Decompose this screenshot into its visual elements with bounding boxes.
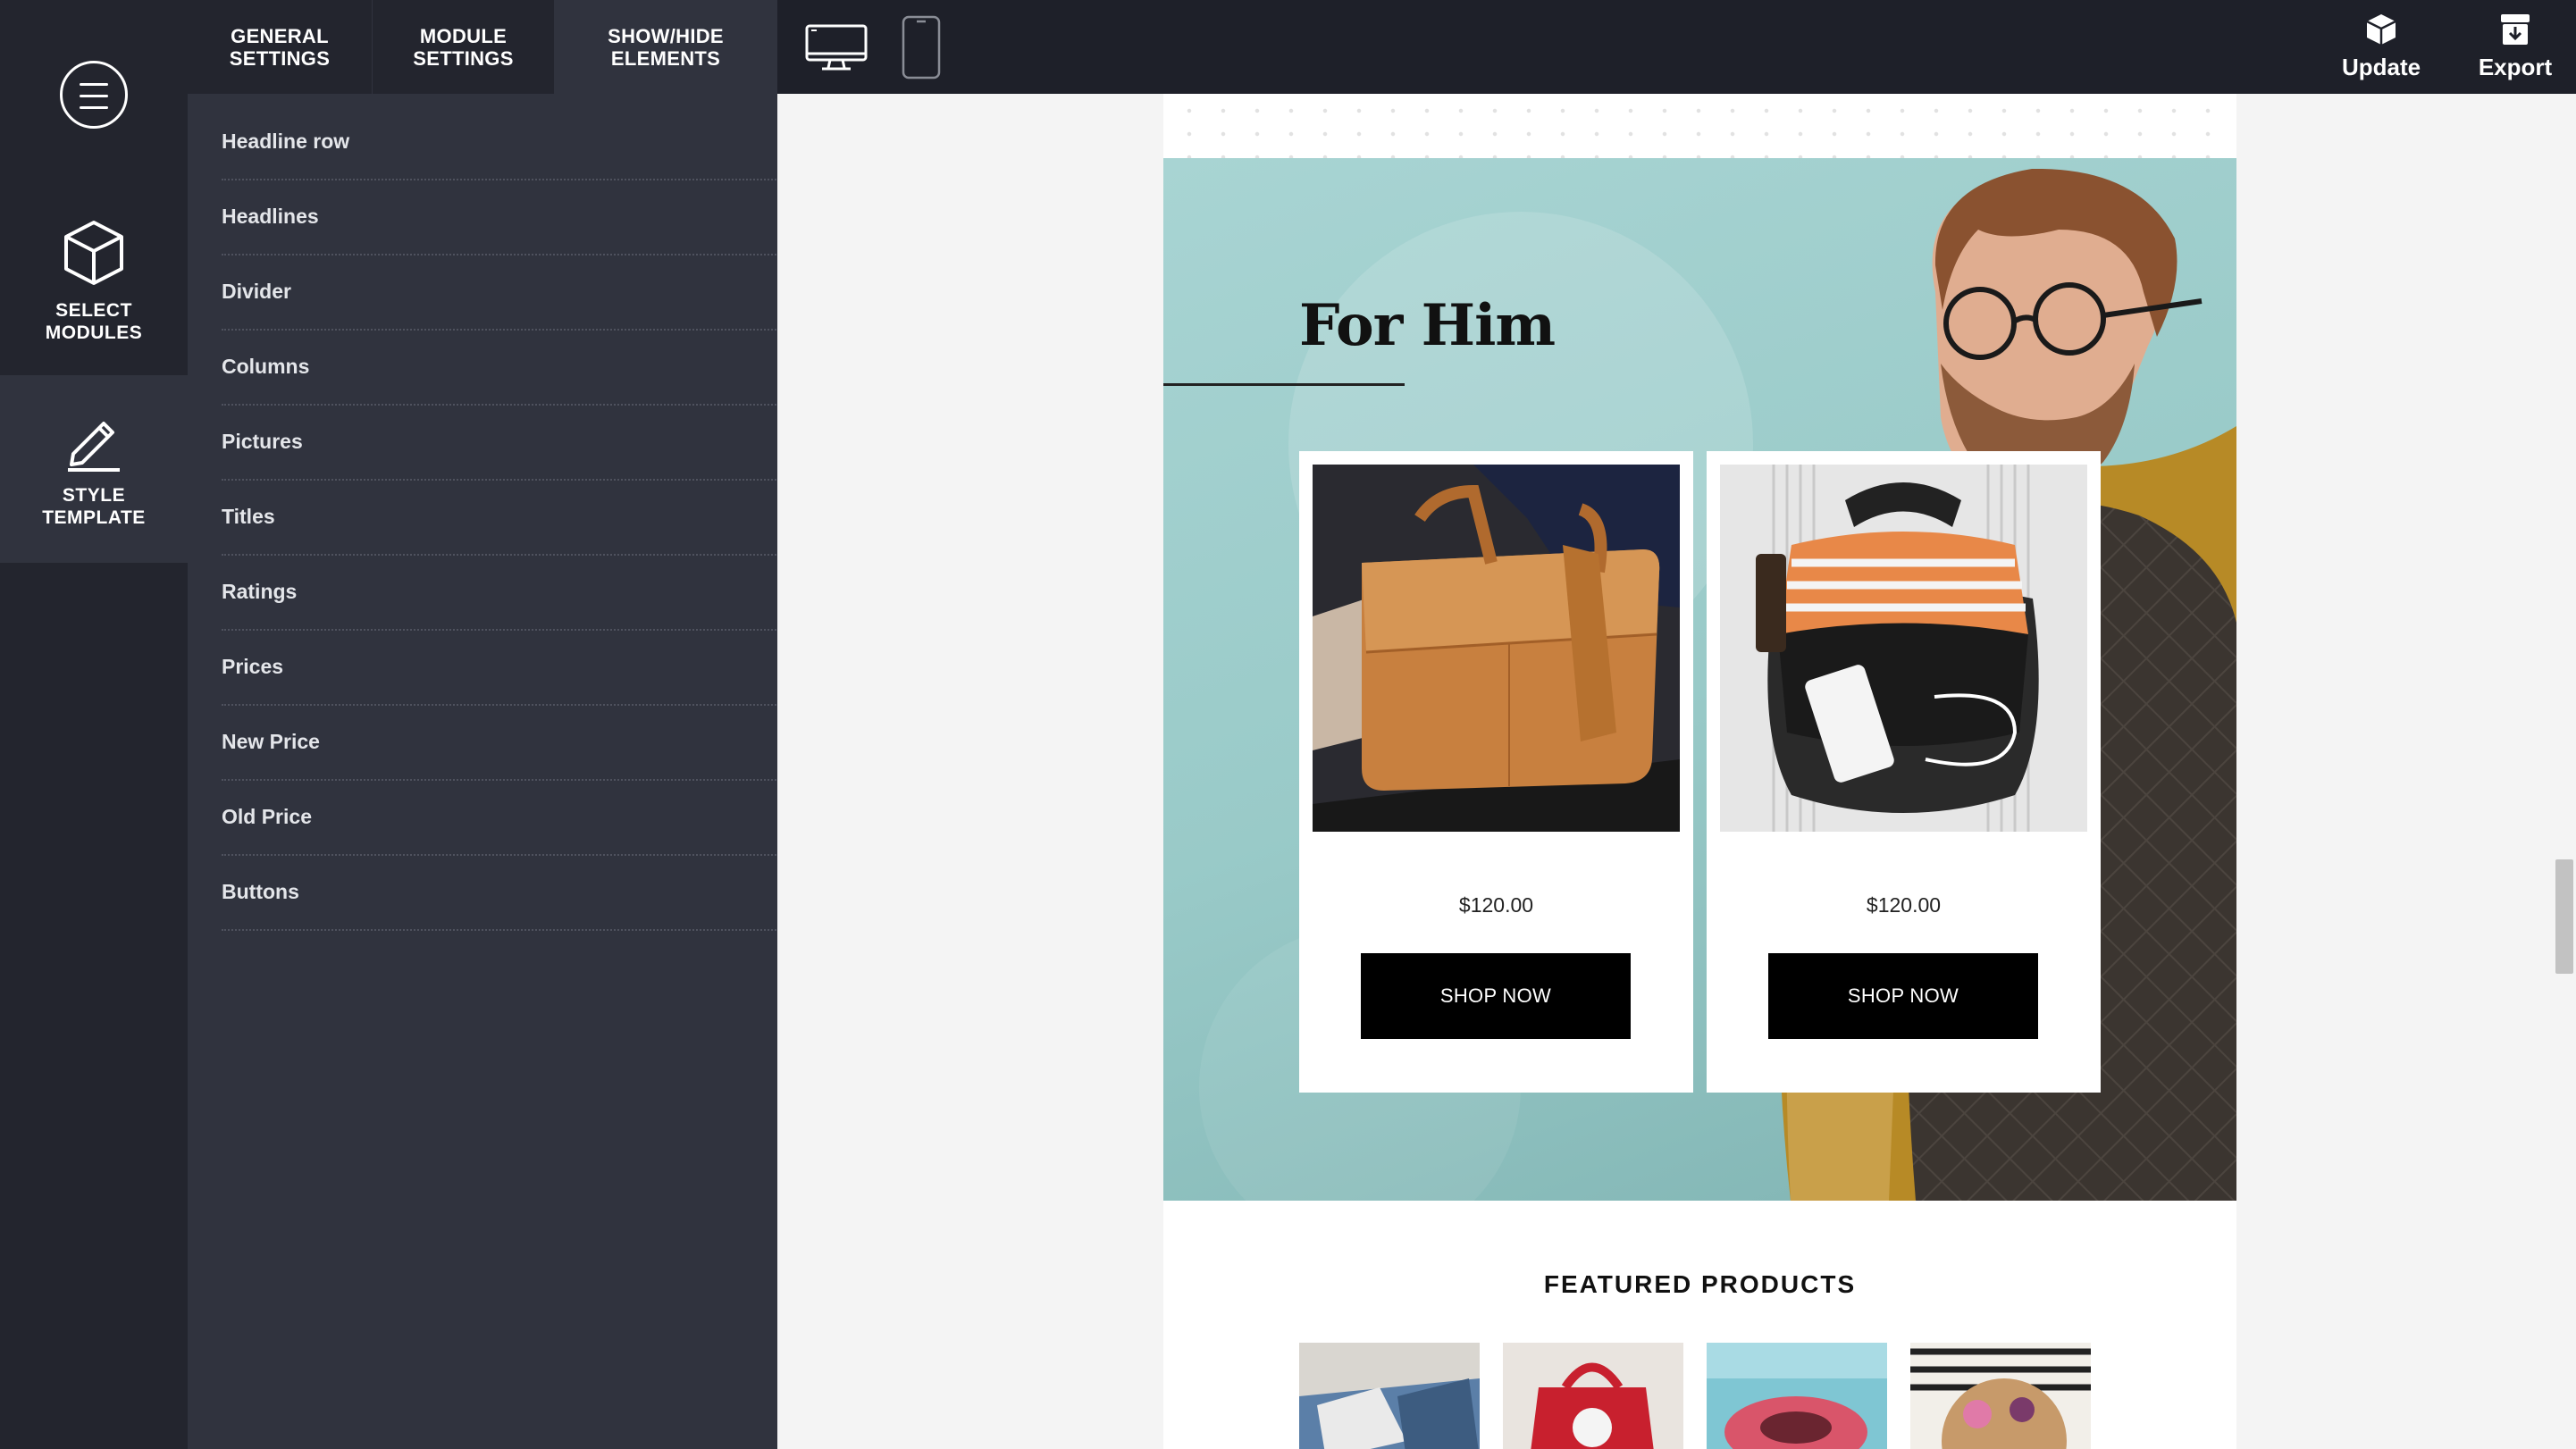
email-preview-canvas: For Him $120.00 SHOP NOW $120.00 SHOP NO… (777, 94, 2576, 1449)
update-button[interactable]: Update (2323, 0, 2439, 94)
element-row-label: Headline row (222, 130, 350, 153)
featured-thumb-scrunchie[interactable] (1707, 1343, 1887, 1449)
hero-section[interactable]: For Him $120.00 SHOP NOW $120.00 SHOP NO… (1163, 158, 2236, 1201)
element-row-label: Prices (222, 655, 284, 678)
cube-icon (64, 221, 123, 285)
element-row-label: Ratings (222, 580, 298, 603)
desktop-view-button[interactable] (799, 0, 874, 94)
shop-now-button[interactable]: SHOP NOW (1768, 953, 2038, 1039)
product-price: $120.00 (1458, 893, 1534, 917)
panel-tabs: GENERAL SETTINGS MODULE SETTINGS SHOW/HI… (188, 0, 777, 94)
hamburger-menu-icon[interactable] (60, 61, 128, 129)
featured-thumb-straw-bag[interactable] (1910, 1343, 2091, 1449)
element-row-label: Old Price (222, 805, 312, 828)
featured-products-heading: FEATURED PRODUCTS (1543, 1270, 1857, 1298)
product-image-backpack (1720, 465, 2087, 832)
rail-item-label: STYLE TEMPLATE (42, 485, 146, 528)
element-row-label: Titles (222, 505, 275, 528)
update-label: Update (2341, 54, 2421, 80)
product-card[interactable]: $120.00 SHOP NOW (1707, 451, 2101, 1093)
mobile-phone-icon (902, 15, 941, 79)
rail-item-select-modules[interactable]: SELECT MODULES (0, 188, 188, 375)
element-row-label: New Price (222, 730, 320, 753)
element-row-label: Headlines (222, 205, 319, 228)
left-rail: SELECT MODULES STYLE TEMPLATE (0, 0, 188, 1449)
tab-module-settings[interactable]: MODULE SETTINGS (372, 0, 554, 94)
featured-thumb-sneakers[interactable] (1299, 1343, 1480, 1449)
rail-item-style-template[interactable]: STYLE TEMPLATE (0, 375, 188, 563)
element-row-label: Divider (222, 280, 291, 303)
desktop-monitor-icon (805, 24, 868, 70)
tab-show-hide-elements[interactable]: SHOW/HIDE ELEMENTS (554, 0, 777, 94)
product-image-leather-bag (1313, 465, 1680, 832)
rail-item-label: SELECT MODULES (45, 300, 143, 343)
archive-download-icon (2501, 14, 2530, 45)
featured-thumb-red-handbag[interactable] (1503, 1343, 1683, 1449)
email-template: For Him $120.00 SHOP NOW $120.00 SHOP NO… (1163, 94, 2236, 1449)
product-card[interactable]: $120.00 SHOP NOW (1299, 451, 1693, 1093)
box-upload-icon (2366, 14, 2396, 45)
pencil-icon (68, 422, 120, 472)
product-price: $120.00 (1866, 893, 1942, 917)
settings-panel: GENERAL SETTINGS MODULE SETTINGS SHOW/HI… (188, 0, 934, 1449)
canvas-scrollbar-thumb[interactable] (2555, 859, 2573, 974)
mobile-view-button[interactable] (899, 0, 944, 94)
shop-now-button[interactable]: SHOP NOW (1361, 953, 1631, 1039)
dotted-header-strip (1163, 94, 2236, 158)
top-toolbar: Update Export (777, 0, 2576, 94)
export-label: Export (2478, 54, 2553, 80)
tab-general-settings[interactable]: GENERAL SETTINGS (188, 0, 372, 94)
export-button[interactable]: Export (2457, 0, 2573, 94)
hero-headline: For Him (1299, 292, 1556, 359)
element-row-label: Pictures (222, 430, 303, 453)
headline-divider (1163, 383, 1405, 386)
element-row-label: Columns (222, 355, 310, 378)
element-row-label: Buttons (222, 880, 299, 903)
